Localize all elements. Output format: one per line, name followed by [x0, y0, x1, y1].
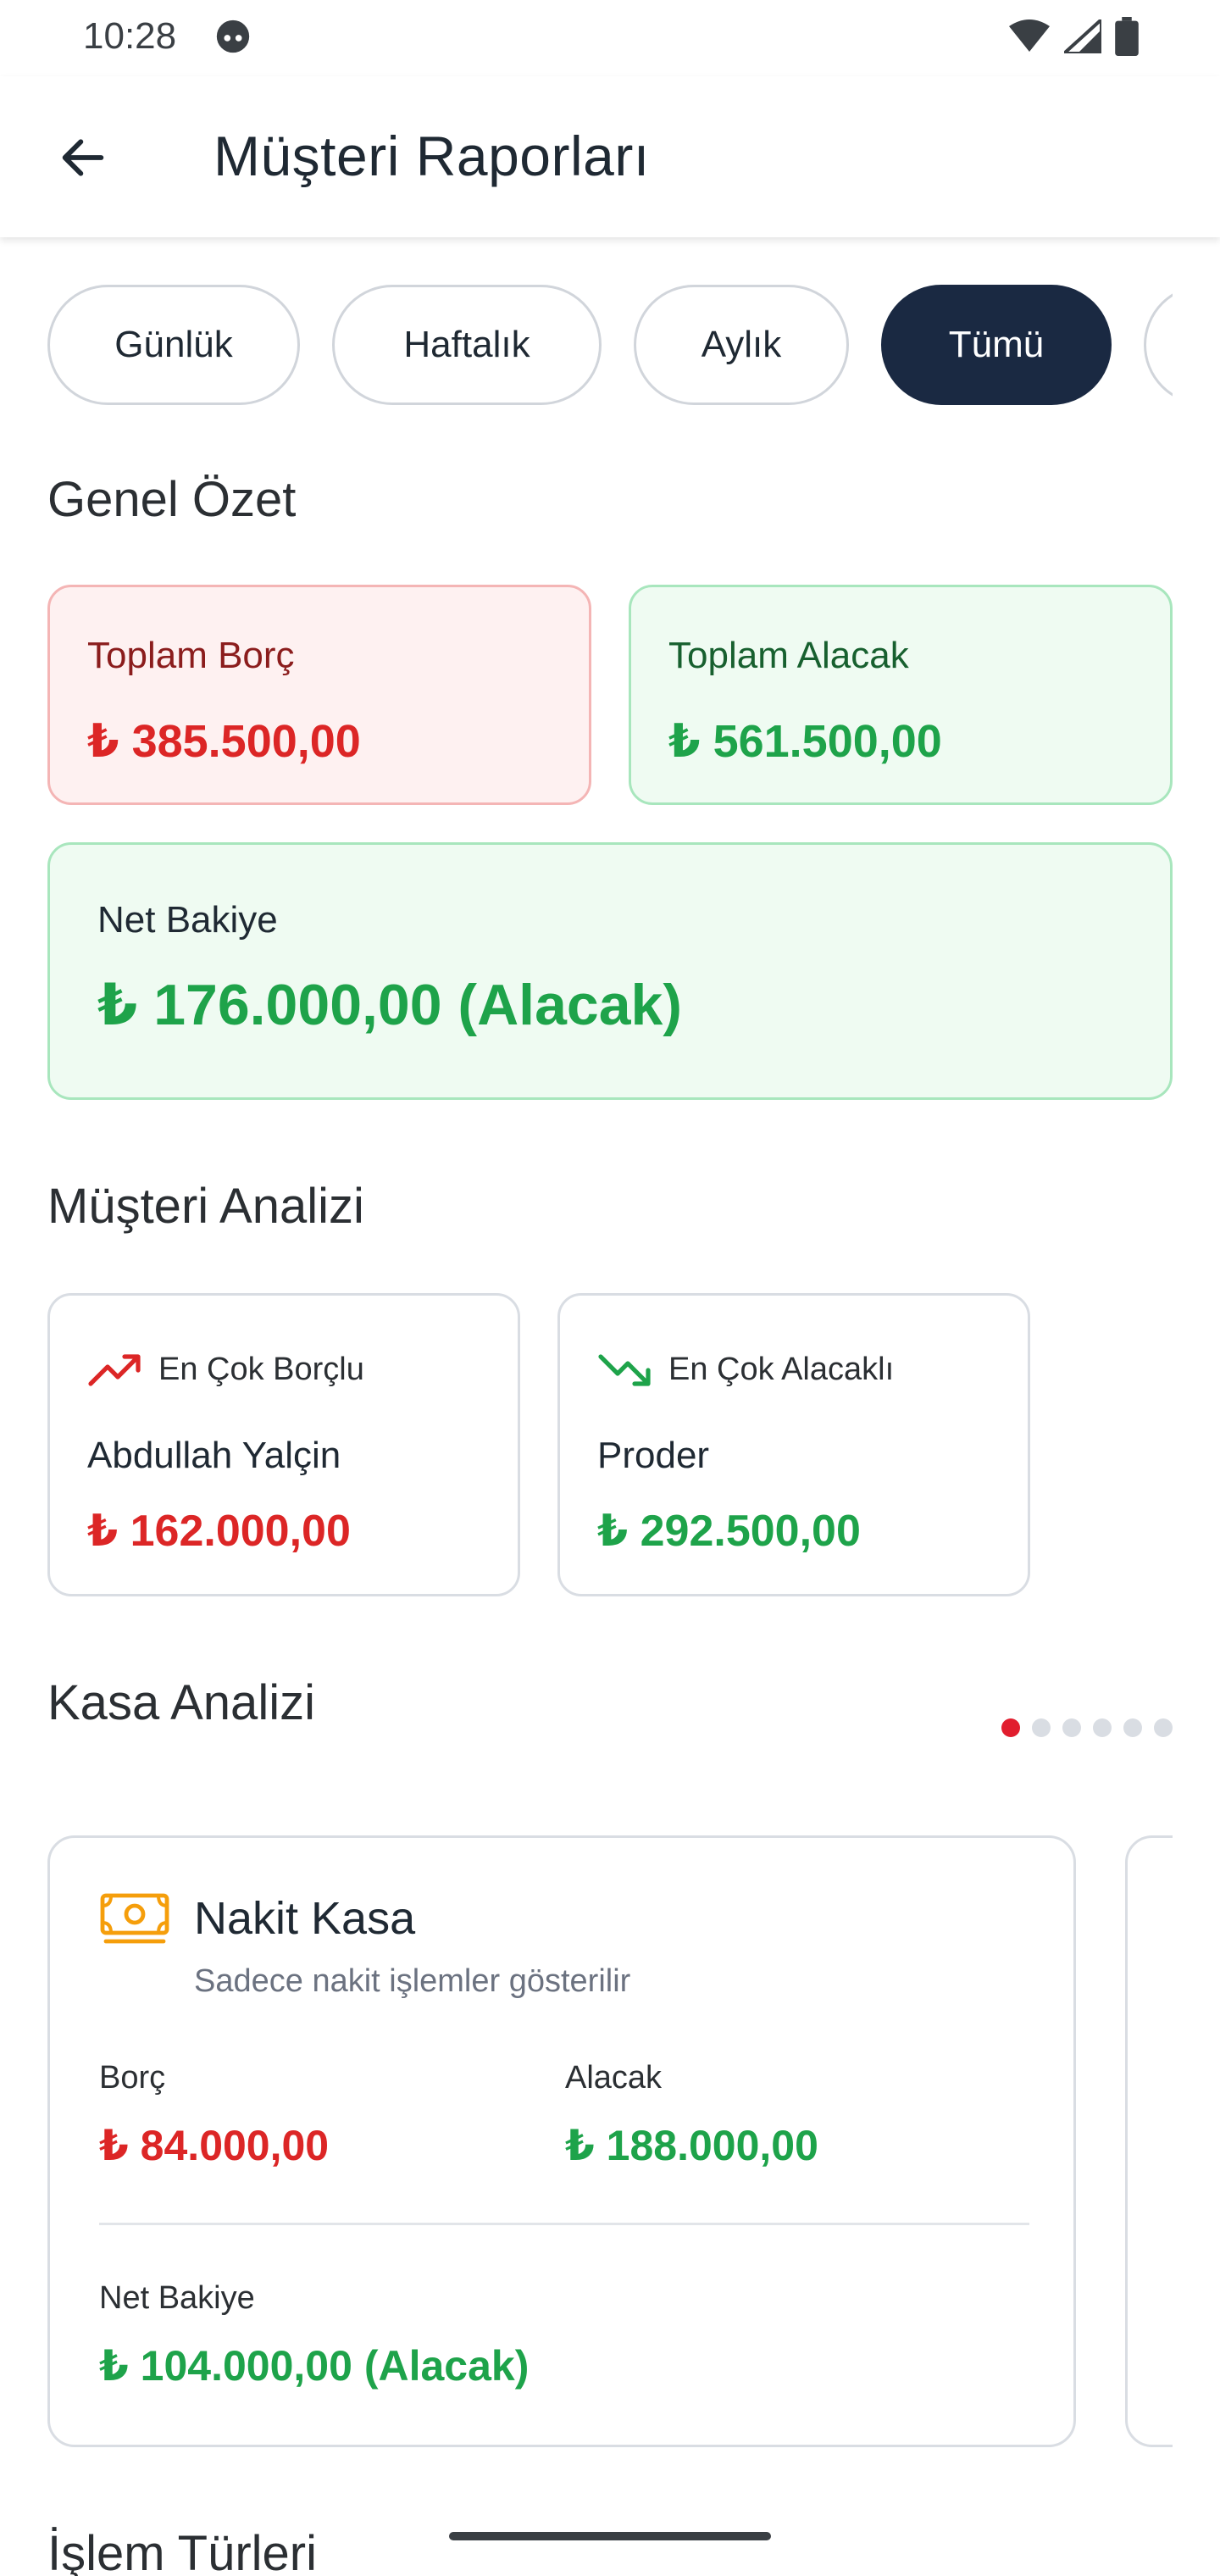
net-balance-value: ₺ 176.000,00 (Alacak): [97, 973, 682, 1037]
pager-dot-4[interactable]: [1093, 1718, 1112, 1737]
top-debtor-card[interactable]: En Çok Borçlu Abdullah Yalçin ₺ 162.000,…: [47, 1293, 520, 1596]
total-debt-card: Toplam Borç ₺ 385.500,00: [47, 585, 591, 805]
customer-analysis-heading: Müşteri Analizi: [47, 1179, 364, 1234]
cash-analysis-heading: Kasa Analizi: [47, 1675, 315, 1730]
signal-icon: [1064, 19, 1101, 53]
top-creditor-amount: ₺ 292.500,00: [597, 1507, 861, 1556]
pager-dot-1[interactable]: [1001, 1718, 1020, 1737]
total-credit-label: Toplam Alacak: [668, 635, 909, 676]
cash-debt-value: ₺ 84.000,00: [99, 2122, 330, 2169]
total-credit-card: Toplam Alacak ₺ 561.500,00: [629, 585, 1173, 805]
chip-daily[interactable]: Günlük: [47, 285, 300, 405]
top-creditor-card[interactable]: En Çok Alacaklı Proder ₺ 292.500,00: [557, 1293, 1030, 1596]
top-creditor-label: En Çok Alacaklı: [668, 1352, 895, 1387]
total-credit-value: ₺ 561.500,00: [668, 716, 942, 767]
pager-dot-5[interactable]: [1123, 1718, 1142, 1737]
wifi-icon: [1009, 19, 1050, 52]
top-debtor-name: Abdullah Yalçin: [87, 1435, 341, 1476]
card-divider: [99, 2223, 1029, 2225]
notification-icon: [216, 19, 250, 53]
trending-down-icon: [598, 1353, 651, 1386]
status-icons: [1008, 17, 1139, 56]
cash-debt-label: Borç: [99, 2060, 166, 2096]
app-bar: Müşteri Raporları: [0, 76, 1220, 237]
cash-net-label: Net Bakiye: [99, 2280, 255, 2316]
cash-register-title: Nakit Kasa: [194, 1893, 416, 1944]
net-balance-card: Net Bakiye ₺ 176.000,00 (Alacak): [47, 842, 1173, 1100]
pager-dot-2[interactable]: [1032, 1718, 1051, 1737]
transaction-types-heading: İşlem Türleri: [47, 2526, 317, 2576]
status-bar: 10:28: [0, 0, 1220, 76]
chip-monthly[interactable]: Aylık: [634, 285, 849, 405]
next-cash-card-peek[interactable]: [1125, 1822, 1173, 2466]
top-creditor-name: Proder: [597, 1435, 710, 1476]
cash-credit-label: Alacak: [565, 2060, 663, 2096]
pager-dot-6[interactable]: [1154, 1718, 1173, 1737]
cash-icon: [100, 1893, 169, 1944]
top-debtor-label: En Çok Borçlu: [158, 1352, 364, 1387]
summary-heading: Genel Özet: [47, 472, 297, 527]
status-time: 10:28: [83, 15, 177, 57]
cash-net-value: ₺ 104.000,00 (Alacak): [99, 2342, 530, 2390]
total-debt-label: Toplam Borç: [87, 635, 295, 676]
home-indicator[interactable]: [449, 2532, 771, 2540]
page-title: Müşteri Raporları: [214, 125, 650, 187]
pager-dot-3[interactable]: [1062, 1718, 1081, 1737]
cash-register-card[interactable]: Nakit Kasa Sadece nakit işlemler gösteri…: [47, 1835, 1076, 2447]
back-button[interactable]: [49, 124, 117, 192]
trending-up-icon: [88, 1353, 141, 1386]
chip-weekly[interactable]: Haftalık: [332, 285, 602, 405]
top-debtor-amount: ₺ 162.000,00: [87, 1507, 351, 1556]
arrow-left-icon: [62, 139, 104, 176]
carousel-pager: [1001, 1718, 1173, 1737]
cash-register-subtitle: Sadece nakit işlemler gösterilir: [194, 1963, 631, 1999]
net-balance-label: Net Bakiye: [97, 899, 278, 941]
chip-more[interactable]: [1144, 285, 1173, 405]
chip-all[interactable]: Tümü: [881, 285, 1112, 405]
battery-icon: [1115, 17, 1139, 56]
cash-credit-value: ₺ 188.000,00: [565, 2122, 818, 2169]
total-debt-value: ₺ 385.500,00: [87, 716, 361, 767]
period-filter-chips: Günlük Haftalık Aylık Tümü: [47, 285, 1173, 405]
